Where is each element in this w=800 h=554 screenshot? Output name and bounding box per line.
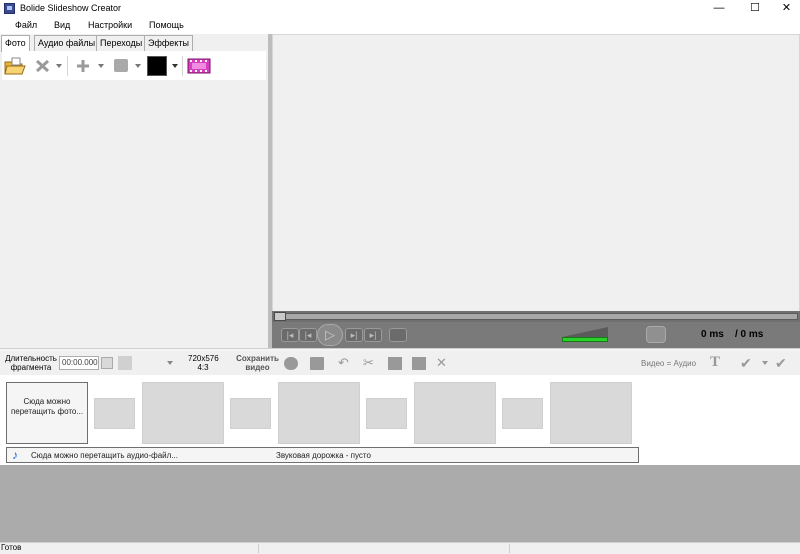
go-to-start-button[interactable]: |◂ — [281, 328, 299, 342]
transition-slot[interactable] — [366, 398, 407, 429]
transition-slot[interactable] — [502, 398, 543, 429]
status-separator — [509, 544, 510, 553]
text-icon[interactable]: T — [710, 354, 720, 371]
preview-area — [272, 34, 800, 312]
toolbar-divider — [67, 56, 68, 76]
aspect-ratio: 4:3 — [197, 363, 209, 372]
menu-settings[interactable]: Настройки — [88, 20, 132, 30]
save-video-button[interactable]: Сохранить видео — [235, 354, 280, 372]
add-icon[interactable] — [76, 59, 90, 73]
record-icon[interactable] — [284, 357, 298, 370]
save-icon[interactable] — [310, 357, 324, 370]
chevron-down-icon[interactable] — [56, 64, 62, 68]
status-text: Готов — [1, 543, 22, 552]
cut-icon[interactable]: ✂ — [363, 355, 374, 371]
next-frame-button[interactable]: ▸| — [345, 328, 363, 342]
audio-drop-hint: Сюда можно перетащить аудио-файл... — [31, 451, 178, 460]
fill-icon[interactable] — [114, 59, 128, 72]
menu-help[interactable]: Помощь — [149, 20, 184, 30]
background-color-swatch[interactable] — [147, 56, 167, 76]
photo-drop-zone[interactable]: Сюда можно перетащить фото... — [6, 382, 88, 444]
music-note-icon: ♪ — [12, 448, 18, 462]
play-button[interactable]: ▷ — [317, 324, 343, 346]
paste-icon[interactable] — [412, 357, 426, 370]
duration-input[interactable]: 00:00.000 — [59, 356, 99, 370]
seek-thumb[interactable] — [274, 312, 286, 321]
tab-effects[interactable]: Эффекты — [144, 35, 193, 51]
seek-slider[interactable] — [274, 313, 798, 320]
apply-all-icon[interactable] — [101, 357, 113, 369]
check-all-icon[interactable]: ✔ — [775, 355, 787, 372]
status-bar — [0, 542, 800, 554]
copy-icon[interactable] — [388, 357, 402, 370]
chevron-down-icon[interactable] — [135, 64, 141, 68]
photo-slot[interactable] — [414, 382, 496, 444]
photo-slot[interactable] — [142, 382, 224, 444]
time-current: 0 ms — [701, 329, 724, 340]
fullscreen-icon[interactable] — [646, 326, 666, 343]
workspace-background — [0, 465, 800, 542]
photo-slot[interactable] — [278, 382, 360, 444]
tab-photos[interactable]: Фото — [1, 35, 30, 52]
toolbar-divider — [182, 56, 183, 76]
app-window: Bolide Slideshow Creator — ☐ ✕ Файл Вид … — [0, 0, 800, 554]
check-icon[interactable]: ✔ — [740, 355, 752, 372]
maximize-button[interactable]: ☐ — [737, 0, 773, 18]
delete-icon[interactable] — [35, 59, 51, 73]
chevron-down-icon[interactable] — [172, 64, 178, 68]
chevron-down-icon[interactable] — [762, 361, 768, 365]
window-title: Bolide Slideshow Creator — [20, 3, 122, 13]
transition-slot[interactable] — [230, 398, 271, 429]
status-separator — [258, 544, 259, 553]
open-folder-icon[interactable] — [4, 57, 26, 75]
photo-list-area[interactable] — [2, 80, 266, 348]
tab-audio-files[interactable]: Аудио файлы — [34, 35, 100, 51]
film-strip-icon[interactable] — [187, 58, 211, 74]
chevron-down-icon[interactable] — [98, 64, 104, 68]
audio-track-status: Звуковая дорожка - пусто — [276, 451, 371, 460]
time-total: / 0 ms — [735, 329, 764, 340]
menu-view[interactable]: Вид — [54, 20, 70, 30]
menu-file[interactable]: Файл — [15, 20, 37, 30]
video-equals-audio-button[interactable]: Видео = Аудио — [641, 359, 696, 368]
stop-button[interactable] — [389, 328, 407, 342]
remove-icon[interactable]: ✕ — [436, 355, 447, 371]
minimize-button[interactable]: — — [701, 0, 737, 18]
transition-slot[interactable] — [94, 398, 135, 429]
app-icon — [4, 3, 15, 14]
volume-slider[interactable] — [562, 337, 608, 342]
photo-slot[interactable] — [550, 382, 632, 444]
go-to-end-button[interactable]: ▸| — [364, 328, 382, 342]
close-button[interactable]: ✕ — [773, 0, 800, 18]
slide-settings-icon[interactable] — [118, 356, 132, 370]
volume-icon — [562, 327, 608, 337]
resolution-label[interactable]: 720x576 4:3 — [188, 354, 219, 372]
tab-transitions[interactable]: Переходы — [96, 35, 147, 51]
chevron-down-icon[interactable] — [167, 361, 173, 365]
undo-icon[interactable]: ↶ — [338, 355, 349, 371]
resolution-value: 720x576 — [188, 354, 219, 363]
duration-label: Длительность фрагмента — [5, 354, 57, 372]
previous-frame-button[interactable]: |◂ — [299, 328, 317, 342]
